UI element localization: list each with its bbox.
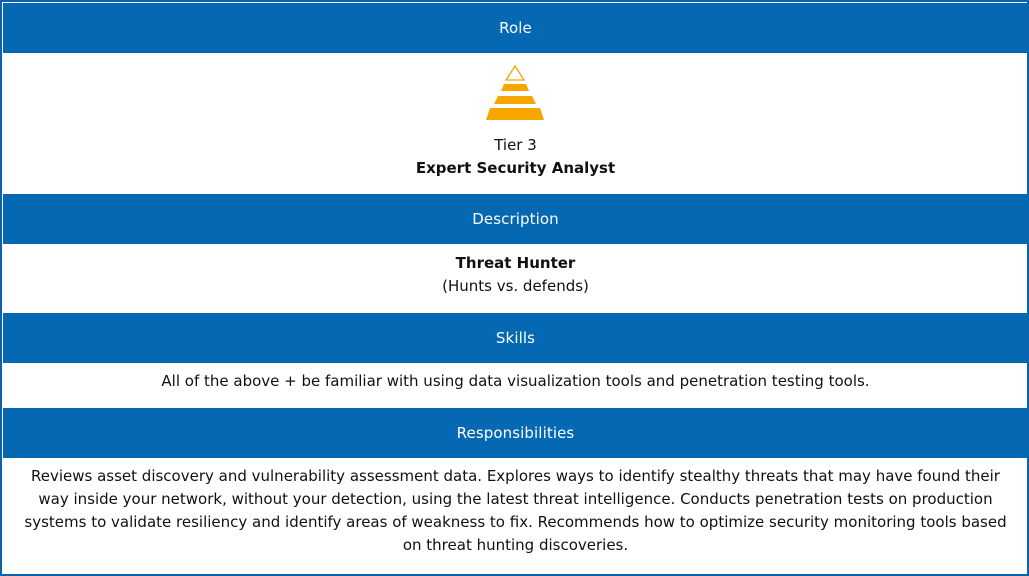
description-title: Threat Hunter (455, 254, 576, 272)
skills-section: All of the above + be familiar with usin… (3, 370, 1028, 393)
description-header: Description (3, 194, 1028, 244)
skills-header-label: Skills (495, 329, 536, 347)
responsibilities-header-label: Responsibilities (456, 424, 575, 442)
role-card: Role Tier 3 Expert Security Analyst Desc… (0, 0, 1029, 576)
responsibilities-section: Reviews asset discovery and vulnerabilit… (3, 465, 1028, 557)
pyramid-icon (486, 64, 544, 120)
role-header: Role (3, 3, 1028, 53)
skills-header: Skills (3, 313, 1028, 363)
role-section: Tier 3 Expert Security Analyst (3, 53, 1028, 194)
tier-label: Tier 3 (494, 136, 537, 154)
description-header-label: Description (472, 210, 559, 228)
description-section: Threat Hunter (Hunts vs. defends) (3, 252, 1028, 298)
responsibilities-header: Responsibilities (3, 408, 1028, 458)
role-title: Expert Security Analyst (415, 159, 616, 177)
description-subtitle: (Hunts vs. defends) (442, 277, 589, 295)
role-header-label: Role (499, 19, 532, 37)
skills-text: All of the above + be familiar with usin… (161, 372, 870, 390)
responsibilities-text: Reviews asset discovery and vulnerabilit… (24, 467, 1007, 554)
